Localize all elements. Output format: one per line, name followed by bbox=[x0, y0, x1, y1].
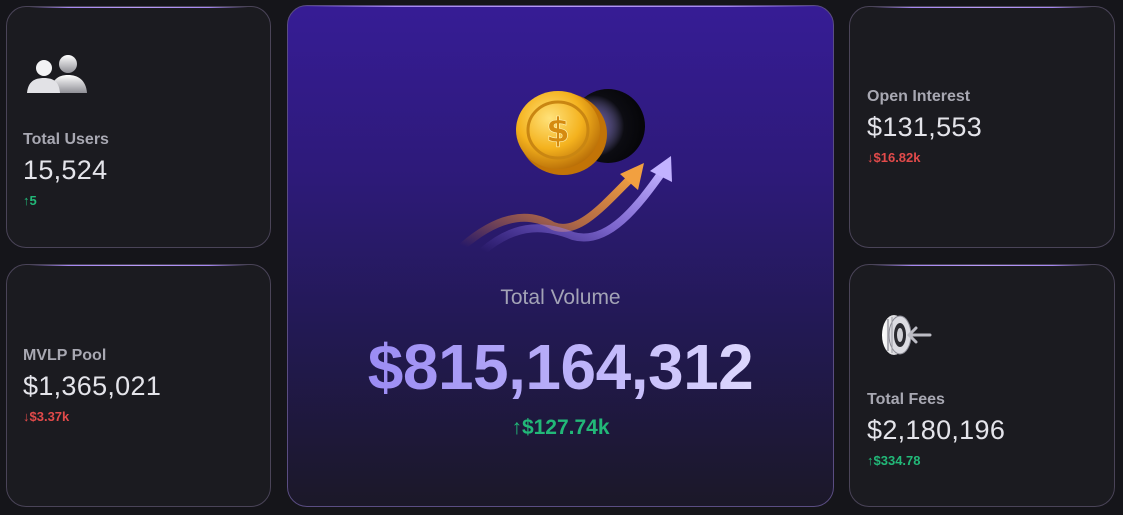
users-icon bbox=[27, 53, 89, 98]
total-volume-card: $ Total Volume $815,164,312 ↑$127.74k bbox=[287, 5, 834, 507]
total-volume-delta: ↑$127.74k bbox=[511, 416, 610, 439]
total-fees-value: $2,180,196 bbox=[867, 415, 1006, 445]
total-volume-value: $815,164,312 bbox=[288, 330, 833, 404]
total-fees-delta: ↑$334.78 bbox=[867, 453, 921, 468]
total-fees-label: Total Fees bbox=[867, 391, 945, 408]
mvlp-pool-delta: ↓$3.37k bbox=[23, 409, 70, 424]
open-interest-delta: ↓$16.82k bbox=[867, 150, 921, 165]
total-fees-card: Total Fees $2,180,196 ↑$334.78 bbox=[849, 264, 1115, 507]
svg-text:$: $ bbox=[546, 111, 570, 151]
total-users-card: Total Users 15,524 ↑5 bbox=[6, 6, 271, 248]
total-users-delta: ↑5 bbox=[23, 193, 37, 208]
total-volume-label: Total Volume bbox=[500, 286, 621, 309]
mvlp-pool-value: $1,365,021 bbox=[23, 371, 162, 401]
open-interest-card: Open Interest $131,553 ↓$16.82k bbox=[849, 6, 1115, 248]
total-users-value: 15,524 bbox=[23, 155, 108, 185]
open-interest-value: $131,553 bbox=[867, 112, 983, 142]
total-users-label: Total Users bbox=[23, 131, 109, 148]
mvlp-pool-card: MVLP Pool $1,365,021 ↓$3.37k bbox=[6, 264, 271, 507]
coin-growth-icon: $ bbox=[458, 86, 678, 261]
mvlp-pool-label: MVLP Pool bbox=[23, 347, 107, 364]
open-interest-label: Open Interest bbox=[867, 88, 971, 105]
coin-stack-arrow-icon bbox=[880, 311, 936, 364]
